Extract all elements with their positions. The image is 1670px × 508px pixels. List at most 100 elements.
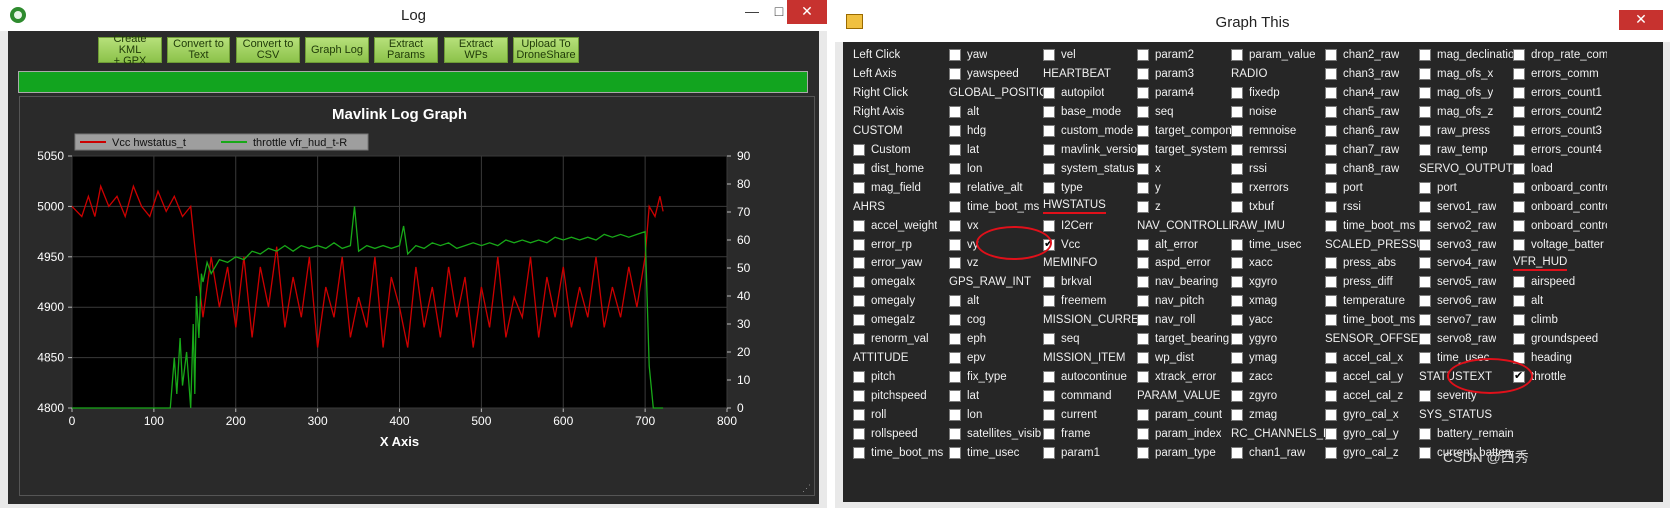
checkbox-icon[interactable] [1325, 371, 1337, 384]
field-checkbox-item[interactable]: nav_pitch [1137, 292, 1231, 310]
checkbox-icon[interactable] [949, 124, 961, 137]
checkbox-icon[interactable] [1513, 86, 1525, 99]
checkbox-icon[interactable] [1137, 67, 1149, 80]
checkbox-icon[interactable] [1325, 428, 1337, 440]
field-checkbox-item[interactable]: xtrack_error [1137, 368, 1231, 386]
checkbox-icon[interactable] [949, 200, 961, 213]
checkbox-icon[interactable] [1325, 162, 1337, 175]
field-checkbox-item[interactable]: mag_ofs_z [1419, 103, 1513, 121]
field-checkbox-item[interactable]: zmag [1231, 406, 1325, 424]
field-checkbox-item[interactable]: alt [949, 292, 1043, 310]
field-checkbox-item[interactable]: servo6_raw [1419, 292, 1513, 310]
field-checkbox-item[interactable]: dist_home [853, 160, 947, 178]
field-checkbox-item[interactable]: mag_ofs_x [1419, 65, 1513, 83]
checkbox-icon[interactable] [1325, 105, 1337, 118]
field-checkbox-item[interactable]: battery_remain [1419, 425, 1513, 443]
checkbox-icon[interactable] [1043, 105, 1055, 118]
field-checkbox-item[interactable]: error_yaw [853, 254, 947, 272]
field-checkbox-item[interactable]: time_usec [949, 444, 1043, 462]
checkbox-icon[interactable] [1513, 143, 1525, 156]
field-checkbox-item[interactable]: alt [1513, 292, 1607, 310]
field-checkbox-item[interactable]: pitchspeed [853, 387, 947, 405]
field-checkbox-item[interactable]: param_index [1137, 425, 1231, 443]
field-checkbox-item[interactable]: chan5_raw [1325, 103, 1419, 121]
field-checkbox-item[interactable]: zgyro [1231, 387, 1325, 405]
field-checkbox-item[interactable]: autopilot [1043, 84, 1137, 102]
field-checkbox-item[interactable]: time_boot_ms [853, 444, 947, 462]
checkbox-icon[interactable] [853, 219, 865, 232]
mavlink-log-chart[interactable]: Mavlink Log Graph 0 100 200 300 400 500 600 700 8… [19, 96, 815, 496]
field-checkbox-item[interactable]: fixedp [1231, 84, 1325, 102]
field-checkbox-item[interactable]: seq [1043, 330, 1137, 348]
checkbox-icon[interactable] [949, 49, 961, 61]
field-checkbox-item[interactable]: target_bearing [1137, 330, 1231, 348]
field-checkbox-item[interactable]: airspeed [1513, 273, 1607, 291]
field-checkbox-item[interactable]: time_boot_ms [949, 198, 1043, 216]
field-checkbox-item[interactable]: time_usec [1231, 236, 1325, 254]
field-checkbox-item[interactable]: system_status [1043, 160, 1137, 178]
checkbox-icon[interactable] [853, 181, 865, 194]
field-checkbox-item[interactable]: eph [949, 330, 1043, 348]
checkbox-icon[interactable] [1419, 276, 1431, 289]
checkbox-icon[interactable] [1419, 181, 1431, 194]
checkbox-icon[interactable] [1231, 143, 1243, 156]
field-checkbox-item[interactable]: raw_press [1419, 122, 1513, 140]
field-checkbox-item[interactable]: yawspeed [949, 65, 1043, 83]
field-checkbox-item[interactable]: mag_declinatio [1419, 46, 1513, 64]
checkbox-icon[interactable] [1231, 162, 1243, 175]
checkbox-icon[interactable] [1419, 200, 1431, 213]
field-checkbox-item[interactable]: param_type [1137, 444, 1231, 462]
checkbox-icon[interactable] [1419, 390, 1431, 403]
checkbox-icon[interactable] [1419, 352, 1431, 365]
checkbox-icon[interactable] [1043, 181, 1055, 194]
field-checkbox-item[interactable]: nav_roll [1137, 311, 1231, 329]
checkbox-icon[interactable] [1513, 333, 1525, 346]
field-checkbox-item[interactable]: ymag [1231, 349, 1325, 367]
convert-to-text-button[interactable]: Convert to Text [167, 37, 230, 63]
field-checkbox-item[interactable]: param1 [1043, 444, 1137, 462]
field-checkbox-item[interactable]: time_usec [1419, 349, 1513, 367]
field-checkbox-item[interactable]: aspd_error [1137, 254, 1231, 272]
field-checkbox-item[interactable]: chan7_raw [1325, 141, 1419, 159]
checkbox-icon[interactable] [1137, 446, 1149, 459]
checkbox-icon[interactable] [1325, 390, 1337, 403]
checkbox-icon[interactable] [949, 314, 961, 327]
field-checkbox-item[interactable]: lon [949, 160, 1043, 178]
checkbox-icon[interactable] [949, 352, 961, 365]
checkbox-icon[interactable] [1231, 371, 1243, 384]
create-kml-gpx-button[interactable]: Create KML + GPX [98, 33, 162, 66]
checkbox-icon[interactable] [1231, 257, 1243, 270]
field-checkbox-item[interactable]: brkval [1043, 273, 1137, 291]
checkbox-icon[interactable] [1043, 295, 1055, 308]
checkbox-icon[interactable] [853, 333, 865, 346]
checkbox-icon[interactable] [1325, 67, 1337, 80]
checkbox-icon[interactable] [1325, 314, 1337, 327]
checkbox-icon[interactable] [853, 314, 865, 327]
checkbox-icon[interactable] [1419, 295, 1431, 308]
checkbox-icon[interactable] [1513, 162, 1525, 175]
field-checkbox-item[interactable]: txbuf [1231, 198, 1325, 216]
field-checkbox-item[interactable]: vel [1043, 46, 1137, 64]
field-checkbox-item[interactable]: servo8_raw [1419, 330, 1513, 348]
field-checkbox-item[interactable]: param3 [1137, 65, 1231, 83]
checkbox-icon[interactable] [1043, 49, 1055, 61]
checkbox-icon[interactable] [1419, 105, 1431, 118]
field-checkbox-item[interactable]: param4 [1137, 84, 1231, 102]
field-checkbox-item[interactable]: roll [853, 406, 947, 424]
checkbox-icon[interactable] [1231, 409, 1243, 422]
checkbox-icon[interactable] [1043, 162, 1055, 175]
checkbox-icon[interactable] [1043, 371, 1055, 384]
checkbox-icon[interactable] [1325, 409, 1337, 422]
checkbox-icon[interactable] [1419, 314, 1431, 327]
field-checkbox-item[interactable]: rssi [1231, 160, 1325, 178]
field-checkbox-item[interactable]: y [1137, 179, 1231, 197]
checkbox-icon[interactable] [1419, 238, 1431, 251]
checkbox-icon[interactable] [1419, 67, 1431, 80]
checkbox-icon[interactable] [853, 428, 865, 440]
checkbox-icon[interactable] [1419, 124, 1431, 137]
checkbox-icon[interactable] [1419, 333, 1431, 346]
field-checkbox-item[interactable]: errors_count3 [1513, 122, 1607, 140]
checkbox-icon[interactable] [1231, 295, 1243, 308]
field-checkbox-item[interactable]: remrssi [1231, 141, 1325, 159]
field-checkbox-item[interactable]: Vcc [1043, 236, 1137, 254]
